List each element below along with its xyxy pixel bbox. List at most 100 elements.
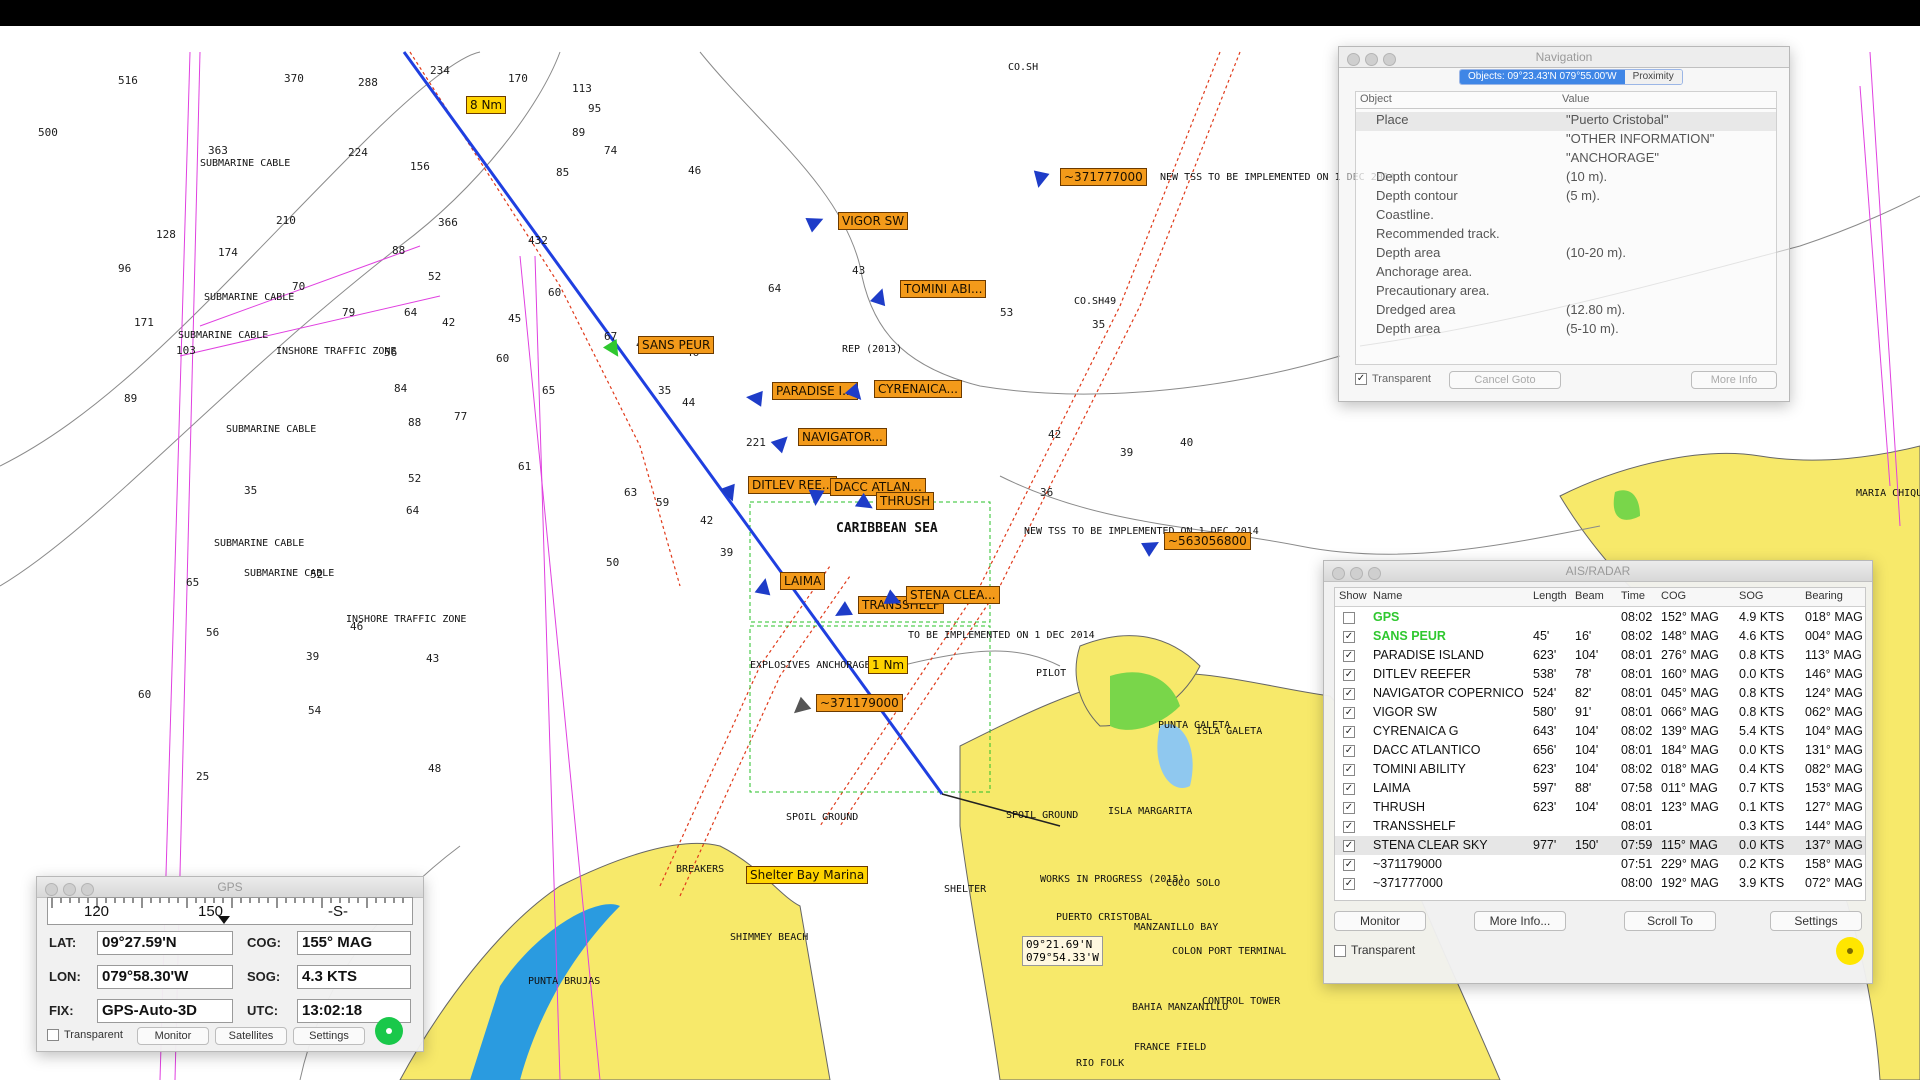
transparent-checkbox[interactable] [1355,373,1367,386]
vessel-label[interactable]: STENA CLEA... [906,586,1000,604]
table-row[interactable]: Coastline. [1356,207,1776,226]
monitor-button[interactable]: Monitor [1334,911,1426,931]
ais-target-icon[interactable] [754,576,774,596]
table-row[interactable]: TRANSSHELF 08:01 0.3 KTS 144° MAG [1335,817,1865,836]
vessel-label[interactable]: TOMINI ABI... [900,280,987,298]
navigation-titlebar[interactable]: Navigation [1339,47,1789,68]
column-header-cog[interactable]: COG [1661,590,1686,602]
ais-target-icon[interactable] [1030,170,1050,190]
vessel-label[interactable]: ~563056800 [1164,532,1251,550]
column-header-show[interactable]: Show [1339,590,1367,602]
table-row[interactable]: Depth area (10-20 m). [1356,245,1776,264]
vessel-label[interactable]: CYRENAICA... [874,380,962,398]
show-checkbox[interactable] [1343,612,1355,624]
zoom-window-button[interactable] [1368,567,1381,580]
table-row[interactable]: NAVIGATOR COPERNICO 524' 82' 08:01 045° MAG 0… [1335,684,1865,703]
show-checkbox[interactable] [1343,764,1355,776]
table-row[interactable]: STENA CLEAR SKY 977' 150' 07:59 115° MAG 0.0 … [1335,836,1865,855]
tab-proximity[interactable]: Proximity [1624,70,1682,84]
vessel-label[interactable]: ~371777000 [1060,168,1147,186]
place-label[interactable]: Shelter Bay Marina [746,866,869,884]
column-header-name[interactable]: Name [1373,590,1402,602]
table-row[interactable]: CYRENAICA G 643' 104' 08:02 139° MAG 5.4 KTS 1… [1335,722,1865,741]
satellites-button[interactable]: Satellites [215,1027,287,1045]
transparent-checkbox[interactable] [1334,944,1346,957]
table-row[interactable]: TOMINI ABILITY 623' 104' 08:02 018° MAG 0.4 K… [1335,760,1865,779]
table-row[interactable]: DITLEV REEFER 538' 78' 08:01 160° MAG 0.0 KTS… [1335,665,1865,684]
show-checkbox[interactable] [1343,650,1355,662]
minimize-window-button[interactable] [1365,53,1378,66]
transparent-toggle[interactable]: Transparent [1355,373,1431,386]
ais-targets-table[interactable]: Show Name Length Beam Time COG SOG Beari… [1334,587,1866,901]
table-row[interactable]: Place "Puerto Cristobal" [1356,112,1776,131]
table-row[interactable]: "OTHER INFORMATION" [1356,131,1776,150]
settings-button[interactable]: Settings [293,1027,365,1045]
table-row[interactable]: Dredged area (12.80 m). [1356,302,1776,321]
show-checkbox[interactable] [1343,707,1355,719]
vessel-label[interactable]: ~371179000 [816,694,903,712]
column-header-bearing[interactable]: Bearing [1805,590,1843,602]
table-row[interactable]: SANS PEUR 45' 16' 08:02 148° MAG 4.6 KTS 004° … [1335,627,1865,646]
vessel-label[interactable]: VIGOR SW [838,212,909,230]
column-header-sog[interactable]: SOG [1739,590,1763,602]
show-checkbox[interactable] [1343,745,1355,757]
objects-table[interactable]: Object Value Place "Puerto Cristobal" "OTH… [1355,91,1777,365]
show-checkbox[interactable] [1343,783,1355,795]
table-row[interactable]: Recommended track. [1356,226,1776,245]
table-row[interactable]: VIGOR SW 580' 91' 08:01 066° MAG 0.8 KTS 062° … [1335,703,1865,722]
column-header-length[interactable]: Length [1533,590,1567,602]
close-window-button[interactable] [45,883,58,896]
ais-target-icon[interactable] [745,389,763,407]
transparent-toggle[interactable]: Transparent [1334,943,1415,957]
monitor-button[interactable]: Monitor [137,1027,209,1045]
column-header-value[interactable]: Value [1562,93,1589,105]
zoom-window-button[interactable] [81,883,94,896]
show-checkbox[interactable] [1343,878,1355,890]
show-checkbox[interactable] [1343,802,1355,814]
cancel-goto-button[interactable]: Cancel Goto [1449,371,1561,389]
zoom-window-button[interactable] [1383,53,1396,66]
table-row[interactable]: Depth area (5-10 m). [1356,321,1776,340]
tab-objects[interactable]: Objects: 09°23.43'N 079°55.00'W [1460,70,1625,84]
close-window-button[interactable] [1332,567,1345,580]
table-row[interactable]: ~371179000 07:51 229° MAG 0.2 KTS 158° MAG [1335,855,1865,874]
show-checkbox[interactable] [1343,859,1355,871]
transparent-toggle[interactable]: Transparent [47,1029,123,1042]
show-checkbox[interactable] [1343,840,1355,852]
table-row[interactable]: PARADISE ISLAND 623' 104' 08:01 276° MAG 0.8 … [1335,646,1865,665]
show-checkbox[interactable] [1343,631,1355,643]
vessel-label[interactable]: PARADISE I... [772,382,858,400]
show-checkbox[interactable] [1343,726,1355,738]
ais-titlebar[interactable]: AIS/RADAR [1324,561,1872,582]
show-checkbox[interactable] [1343,821,1355,833]
vessel-label[interactable]: THRUSH [876,492,935,510]
minimize-window-button[interactable] [1350,567,1363,580]
vessel-label[interactable]: NAVIGATOR... [798,428,887,446]
gps-titlebar[interactable]: GPS [37,877,423,898]
vessel-label[interactable]: SANS PEUR [638,336,715,354]
minimize-window-button[interactable] [63,883,76,896]
table-row[interactable]: GPS 08:02 152° MAG 4.9 KTS 018° MAG [1335,608,1865,627]
scroll-to-button[interactable]: Scroll To [1624,911,1716,931]
table-row[interactable]: Depth contour (10 m). [1356,169,1776,188]
column-header-object[interactable]: Object [1360,93,1392,105]
more-info-button[interactable]: More Info... [1474,911,1566,931]
table-row[interactable]: LAIMA 597' 88' 07:58 011° MAG 0.7 KTS 153° MAG [1335,779,1865,798]
table-row[interactable]: "ANCHORAGE" [1356,150,1776,169]
table-row[interactable]: ~371777000 08:00 192° MAG 3.9 KTS 072° MAG [1335,874,1865,893]
table-row[interactable]: THRUSH 623' 104' 08:01 123° MAG 0.1 KTS 127° M… [1335,798,1865,817]
vessel-label[interactable]: LAIMA [780,572,826,590]
settings-button[interactable]: Settings [1770,911,1862,931]
show-checkbox[interactable] [1343,688,1355,700]
ais-target-icon[interactable] [807,489,825,507]
transparent-checkbox[interactable] [47,1029,59,1042]
table-row[interactable]: Precautionary area. [1356,283,1776,302]
column-header-time[interactable]: Time [1621,590,1645,602]
show-checkbox[interactable] [1343,669,1355,681]
column-header-beam[interactable]: Beam [1575,590,1604,602]
more-info-button[interactable]: More Info [1691,371,1777,389]
close-window-button[interactable] [1347,53,1360,66]
table-row[interactable]: Anchorage area. [1356,264,1776,283]
table-row[interactable]: DACC ATLANTICO 656' 104' 08:01 184° MAG 0.0 K… [1335,741,1865,760]
table-row[interactable]: Depth contour (5 m). [1356,188,1776,207]
